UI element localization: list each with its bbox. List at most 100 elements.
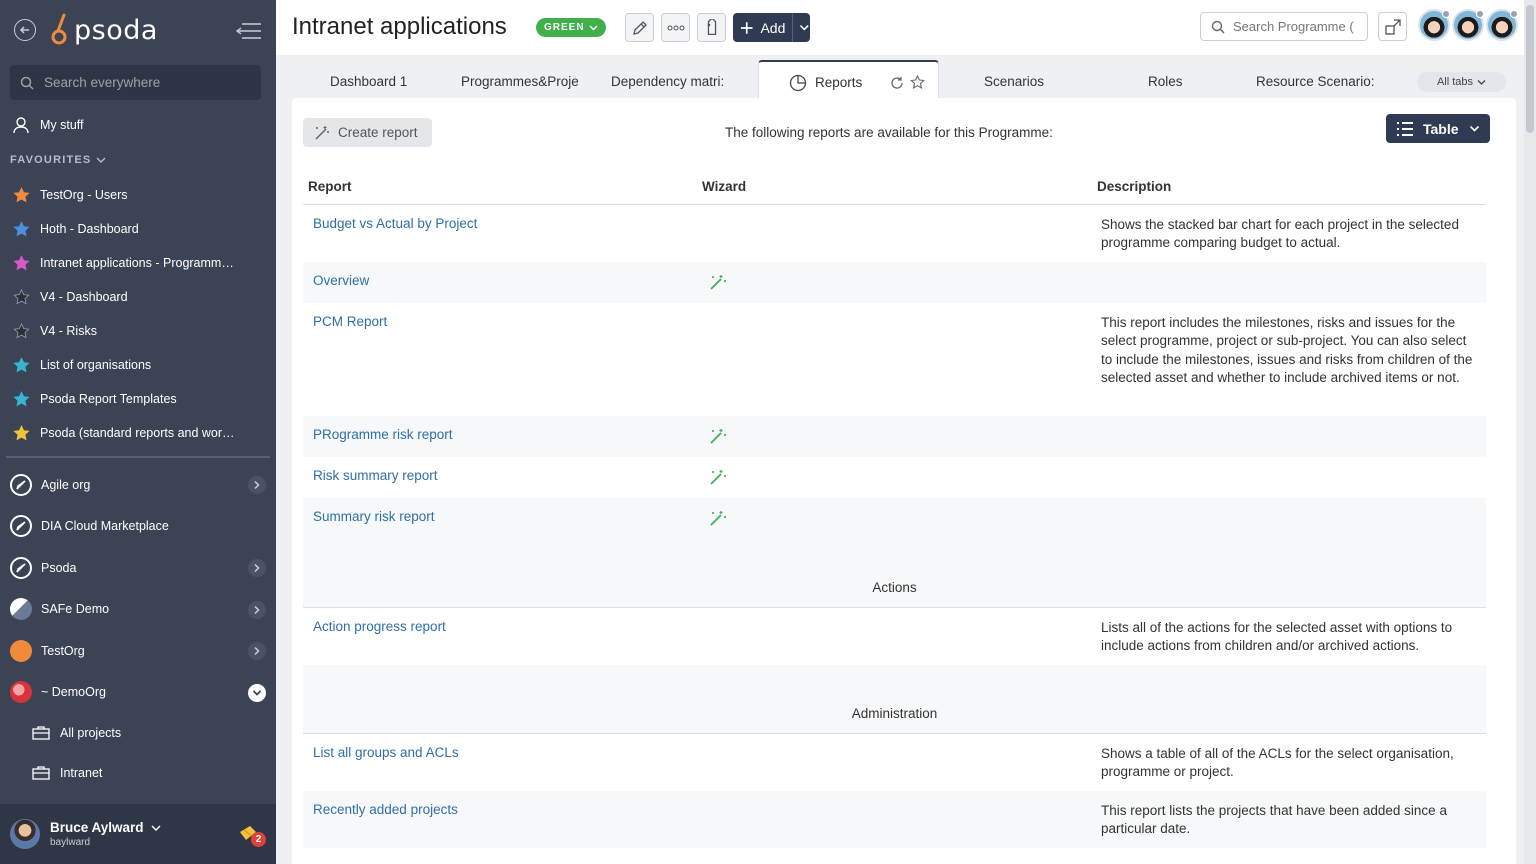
report-link[interactable]: Budget vs Actual by Project: [313, 216, 477, 231]
collapse-sidebar-button[interactable]: [235, 22, 262, 43]
report-description: Shows the stacked bar chart for each pro…: [1101, 217, 1459, 251]
report-link[interactable]: Risk summary report: [313, 468, 438, 483]
sidebar-favourite-item[interactable]: Intranet applications - Programme…: [0, 246, 276, 280]
my-stuff-label: My stuff: [40, 118, 84, 132]
report-link[interactable]: PCM Report: [313, 314, 387, 329]
team-avatar[interactable]: [1452, 9, 1484, 41]
wizard-button[interactable]: [708, 273, 728, 291]
sidebar-favourite-item[interactable]: TestOrg - Users: [0, 178, 276, 212]
report-link[interactable]: Action progress report: [313, 619, 446, 634]
report-link[interactable]: List all groups and ACLs: [313, 745, 459, 760]
team-avatar[interactable]: [1486, 9, 1518, 41]
column-header-wizard: Wizard: [702, 179, 747, 194]
org-logo-icon: [10, 639, 32, 662]
favourite-star-icon: [12, 186, 30, 204]
tab-roles[interactable]: Roles: [1148, 65, 1183, 98]
tab-dashboard-1[interactable]: Dashboard 1: [330, 65, 407, 98]
edit-button[interactable]: [625, 13, 654, 42]
view-mode-button[interactable]: Table: [1386, 114, 1490, 143]
status-badge[interactable]: GREEN: [536, 18, 606, 37]
more-options-button[interactable]: [661, 13, 690, 42]
org-logo-icon: [10, 473, 32, 496]
expand-toggle[interactable]: [248, 559, 266, 577]
sidebar-org-item[interactable]: Agile org: [0, 464, 276, 506]
presence-dot: [1510, 10, 1518, 18]
report-description: Shows a table of all of the ACLs for the…: [1101, 746, 1454, 780]
presence-dot: [1442, 10, 1450, 18]
wizard-button[interactable]: [708, 468, 728, 486]
back-button[interactable]: [14, 19, 36, 41]
sidebar-favourite-item[interactable]: List of organisations: [0, 348, 276, 382]
sidebar-item-my-stuff[interactable]: My stuff: [0, 108, 276, 142]
sidebar-org-item[interactable]: TestOrg: [0, 630, 276, 672]
briefcase-icon: [32, 725, 50, 741]
add-label: Add: [760, 19, 786, 36]
notifications-button[interactable]: 2: [238, 824, 266, 847]
expand-toggle[interactable]: [248, 642, 266, 660]
favourite-label: V4 - Dashboard: [40, 290, 128, 304]
page-header: Intranet applications GREEN Add Search P…: [276, 0, 1524, 55]
section-spacer: [303, 538, 1486, 607]
expand-toggle[interactable]: [248, 683, 266, 702]
wizard-icon[interactable]: [708, 509, 728, 527]
star-icon[interactable]: [910, 75, 926, 90]
favourite-star-icon: [12, 322, 30, 340]
wizard-button[interactable]: [708, 509, 728, 527]
tab-programmes-projects[interactable]: Programmes&Projе: [461, 65, 579, 98]
sidebar-favourite-item[interactable]: Psoda (standard reports and work…: [0, 416, 276, 450]
sidebar-org-item[interactable]: ~ DemoOrg: [0, 672, 276, 714]
tab-scenarios[interactable]: Scenarios: [984, 65, 1044, 98]
pencil-icon: [632, 20, 647, 35]
report-link[interactable]: Summary risk report: [313, 509, 435, 524]
table-row: Recently added projects This report lists…: [303, 791, 1486, 848]
star-icon: [12, 424, 30, 440]
sidebar-sub-item[interactable]: All projects: [0, 713, 276, 753]
sub-item-label: All projects: [60, 726, 122, 740]
section-title: Actions: [872, 580, 917, 595]
tab-label: Resource Scenario:: [1256, 74, 1374, 89]
report-link[interactable]: Overview: [313, 273, 369, 288]
user-icon: [12, 116, 30, 134]
star-icon: [12, 356, 30, 372]
programme-search-input[interactable]: Search Programme (: [1200, 12, 1368, 41]
page-scrollbar[interactable]: [1524, 0, 1536, 864]
favourites-header[interactable]: FAVOURITES: [0, 142, 276, 178]
add-button[interactable]: Add: [733, 13, 810, 42]
wizard-icon[interactable]: [708, 273, 728, 291]
wizard-button[interactable]: [708, 427, 728, 445]
plus-icon: [740, 21, 753, 34]
tab-reports[interactable]: Reports: [758, 60, 939, 103]
global-search-input[interactable]: Search everywhere: [10, 65, 261, 100]
sidebar-favourite-item[interactable]: Psoda Report Templates: [0, 382, 276, 416]
sidebar-favourite-item[interactable]: V4 - Dashboard: [0, 280, 276, 314]
user-profile[interactable]: Bruce Aylward baylward 2: [0, 804, 276, 864]
favourite-star-icon: [12, 220, 30, 238]
sidebar-favourite-item[interactable]: Hoth - Dashboard: [0, 212, 276, 246]
tag-icon: [707, 18, 716, 35]
create-report-button[interactable]: Create report: [303, 118, 432, 147]
all-tabs-button[interactable]: All tabs: [1417, 72, 1506, 92]
tab-resource-scenarios[interactable]: Resource Scenario:: [1256, 65, 1374, 98]
sidebar-org-item[interactable]: SAFe Demo: [0, 589, 276, 631]
sidebar-org-item[interactable]: DIA Cloud Marketplace: [0, 506, 276, 548]
star-icon: [12, 220, 30, 236]
sidebar-org-item[interactable]: Psoda: [0, 547, 276, 589]
report-link[interactable]: Recently added projects: [313, 802, 458, 817]
switch-view-button[interactable]: [1378, 12, 1407, 41]
expand-toggle[interactable]: [248, 600, 266, 619]
sidebar-sub-item[interactable]: Intranet: [0, 753, 276, 793]
scrollbar-thumb[interactable]: [1526, 5, 1534, 133]
wizard-icon[interactable]: [708, 427, 728, 445]
tag-button[interactable]: [697, 13, 726, 42]
report-link[interactable]: PRogramme risk report: [313, 427, 453, 442]
wizard-icon[interactable]: [708, 468, 728, 486]
tab-dependency-matrix[interactable]: Dependency matri:: [611, 65, 729, 98]
team-avatar[interactable]: [1418, 9, 1450, 41]
report-description: This report lists the projects that have…: [1101, 803, 1447, 837]
org-logo-icon: [10, 598, 32, 621]
refresh-icon[interactable]: [890, 76, 904, 90]
sidebar-favourite-item[interactable]: V4 - Risks: [0, 314, 276, 348]
psoda-logo[interactable]: psoda: [50, 12, 158, 48]
expand-toggle[interactable]: [248, 476, 266, 494]
favourite-label: Psoda Report Templates: [40, 392, 177, 406]
